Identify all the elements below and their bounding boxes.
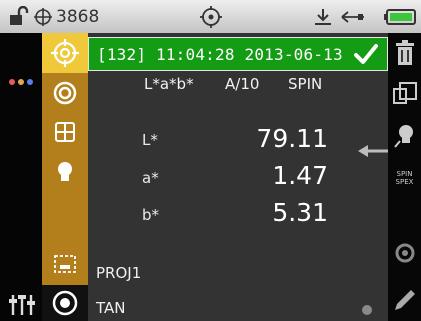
grid-button[interactable] bbox=[42, 115, 88, 149]
l-label: L* bbox=[142, 131, 158, 149]
project-name: PROJ1 bbox=[96, 264, 142, 282]
bulb-search-icon[interactable] bbox=[388, 119, 421, 153]
color-space-label: L*a*b* bbox=[144, 75, 194, 93]
crosshair-icon bbox=[32, 0, 54, 33]
arrow-left-icon[interactable] bbox=[358, 143, 388, 162]
usb-icon bbox=[340, 0, 366, 33]
standard-name: TAN bbox=[96, 299, 126, 317]
status-bar: 3868 bbox=[0, 0, 421, 33]
a-label: a* bbox=[142, 169, 159, 187]
menu-dots-icon[interactable] bbox=[9, 79, 33, 85]
info-dot-icon[interactable] bbox=[361, 301, 373, 320]
target-button[interactable] bbox=[42, 75, 88, 111]
edit-pencil-icon[interactable] bbox=[388, 281, 421, 319]
measurement-header: [132] 11:04:28 2013-06-13 bbox=[88, 37, 388, 71]
measurement-id-timestamp: [132] 11:04:28 2013-06-13 bbox=[97, 44, 343, 64]
download-icon bbox=[312, 0, 334, 33]
trash-icon[interactable] bbox=[388, 37, 421, 69]
spin-label: SPIN bbox=[396, 170, 413, 178]
b-label: b* bbox=[142, 206, 160, 224]
b-value: 5.31 bbox=[272, 198, 328, 227]
a-value: 1.47 bbox=[272, 161, 328, 190]
spin-spex-toggle[interactable]: SPIN SPEX bbox=[388, 161, 421, 195]
bulb-icon[interactable] bbox=[42, 155, 88, 189]
check-icon[interactable] bbox=[353, 42, 379, 70]
gold-toolbar bbox=[42, 33, 88, 321]
l-value: 79.11 bbox=[256, 124, 328, 153]
illuminant-label: A/10 bbox=[225, 75, 260, 93]
lock-open-icon bbox=[8, 0, 30, 33]
battery-count: 3868 bbox=[56, 6, 100, 27]
measurement-panel: [132] 11:04:28 2013-06-13 L*a*b* A/10 SP… bbox=[88, 33, 388, 321]
specular-label: SPIN bbox=[288, 75, 323, 93]
target-icon bbox=[199, 0, 223, 33]
right-toolbar: SPIN SPEX bbox=[388, 33, 421, 321]
settings-gear-icon[interactable] bbox=[388, 233, 421, 273]
standard-select-button[interactable] bbox=[42, 285, 88, 321]
compare-icon[interactable] bbox=[388, 77, 421, 111]
spex-label: SPEX bbox=[395, 178, 414, 186]
battery-icon bbox=[383, 0, 417, 33]
left-strip bbox=[0, 33, 42, 321]
sliders-icon[interactable] bbox=[8, 291, 36, 321]
measure-crosshair-button[interactable] bbox=[42, 33, 88, 73]
region-select-button[interactable] bbox=[42, 247, 88, 281]
